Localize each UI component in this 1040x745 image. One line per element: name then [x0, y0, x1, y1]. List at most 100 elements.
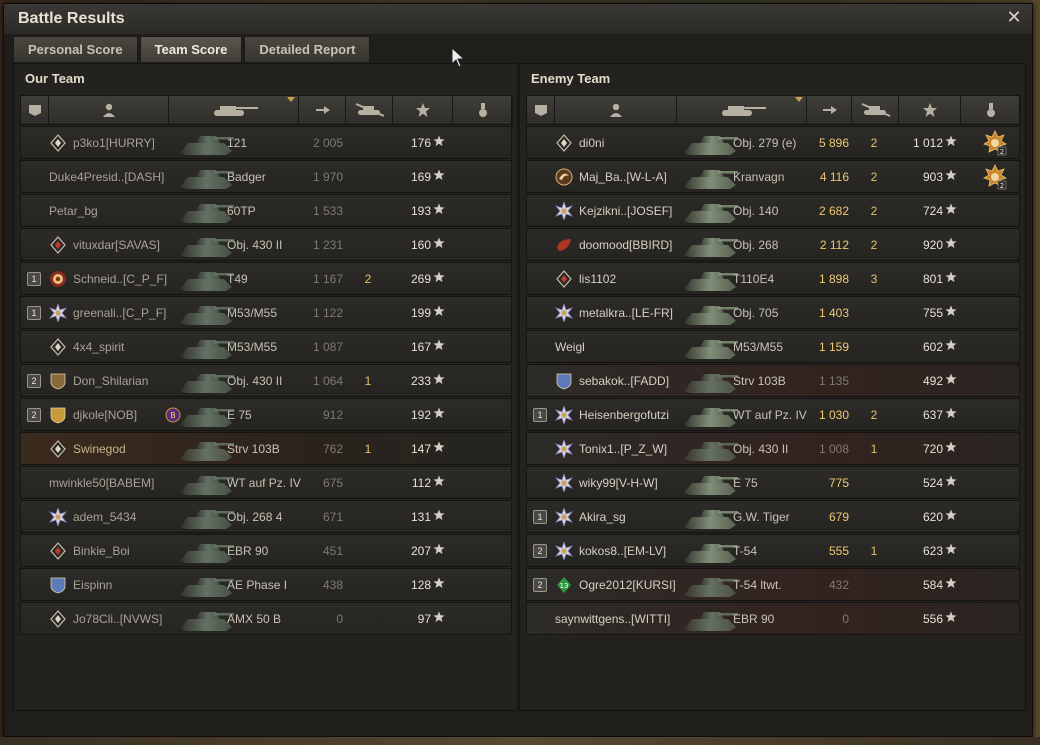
star-emblem-icon	[555, 542, 573, 560]
table-row[interactable]: 2 djkole[NOB] B E 75 912 192	[20, 398, 512, 431]
tank-silhouette-icon	[684, 272, 738, 291]
col-kills-header[interactable]	[852, 96, 899, 124]
tank-name: T110E4	[733, 272, 775, 286]
tank-name: Obj. 430 II	[733, 442, 789, 456]
player-name[interactable]: doomood[BBIRD]	[579, 238, 672, 252]
player-name[interactable]: Binkie_Boi	[73, 544, 130, 558]
platoon-number-badge: 2	[27, 408, 41, 422]
col-damage-header[interactable]	[299, 96, 346, 124]
table-row[interactable]: 1 Schneid..[C_P_F] T49 1 167 2 269	[20, 262, 512, 295]
damage-value: 1 008	[818, 442, 849, 456]
player-name[interactable]: saynwittgens..[WITTI]	[555, 612, 670, 626]
player-name[interactable]: Don_Shilarian	[73, 374, 148, 388]
svg-text:2: 2	[1000, 182, 1004, 190]
col-xp-header[interactable]	[393, 96, 453, 124]
table-row[interactable]: 4x4_spirit M53/M55 1 087 167	[20, 330, 512, 363]
tab-personal-score[interactable]: Personal Score	[13, 36, 138, 62]
player-name[interactable]: Eispinn	[73, 578, 112, 592]
table-row[interactable]: Maj_Ba..[W-L-A] Kranvagn 4 116 2 903 2	[526, 160, 1020, 193]
table-row[interactable]: 2 13 Ogre2012[KURSI] T-54 ltwt. 432 584	[526, 568, 1020, 601]
col-damage-header[interactable]	[807, 96, 852, 124]
tab-team-score[interactable]: Team Score	[139, 36, 243, 62]
player-name[interactable]: kokos8..[EM-LV]	[579, 544, 666, 558]
table-row[interactable]: Duke4Presid..[DASH] Badger 1 970 169	[20, 160, 512, 193]
table-row[interactable]: Tonix1..[P_Z_W] Obj. 430 II 1 008 1 720	[526, 432, 1020, 465]
player-name[interactable]: vituxdar[SAVAS]	[73, 238, 160, 252]
table-row[interactable]: metalkra..[LE-FR] Obj. 705 1 403 755	[526, 296, 1020, 329]
player-name[interactable]: Heisenbergofutzi	[579, 408, 669, 422]
window-title: Battle Results	[18, 10, 125, 27]
table-row[interactable]: sebakok..[FADD] Strv 103B 1 135 492	[526, 364, 1020, 397]
table-row[interactable]: Binkie_Boi EBR 90 451 207	[20, 534, 512, 567]
table-row[interactable]: 2 kokos8..[EM-LV] T-54 555 1 623	[526, 534, 1020, 567]
player-name[interactable]: Petar_bg	[49, 204, 98, 218]
player-name[interactable]: Maj_Ba..[W-L-A]	[579, 170, 667, 184]
table-row[interactable]: Kejzikni..[JOSEF] Obj. 140 2 682 2 724	[526, 194, 1020, 227]
damage-value: 1 159	[818, 340, 849, 354]
table-row[interactable]: saynwittgens..[WITTI] EBR 90 0 556	[526, 602, 1020, 635]
col-tank-header[interactable]	[677, 96, 807, 124]
table-row[interactable]: di0ni Obj. 279 (e) 5 896 2 1 012 2	[526, 126, 1020, 159]
enemy-team-column-header	[526, 95, 1021, 125]
table-row[interactable]: mwinkle50[BABEM] WT auf Pz. IV 675 112	[20, 466, 512, 499]
player-name[interactable]: Jo78Cli..[NVWS]	[73, 612, 162, 626]
player-name[interactable]: adem_5434	[73, 510, 136, 524]
player-name[interactable]: Ogre2012[KURSI]	[579, 578, 676, 592]
table-row[interactable]: 1 greenali..[C_P_F] M53/M55 1 122 199	[20, 296, 512, 329]
table-row[interactable]: adem_5434 Obj. 268 4 671 131	[20, 500, 512, 533]
table-row[interactable]: 1 Akira_sg G.W. Tiger 679 620	[526, 500, 1020, 533]
xp-star-icon	[433, 305, 445, 316]
table-row[interactable]: wiky99[V-H-W] E 75 775 524	[526, 466, 1020, 499]
table-row[interactable]: Jo78Cli..[NVWS] AMX 50 B 0 97	[20, 602, 512, 635]
table-row[interactable]: Weigl M53/M55 1 159 602	[526, 330, 1020, 363]
player-name[interactable]: wiky99[V-H-W]	[579, 476, 658, 490]
player-name[interactable]: lis1102	[579, 272, 616, 286]
kills-value: 1	[364, 374, 372, 388]
player-name[interactable]: djkole[NOB]	[73, 408, 137, 422]
damage-value: 762	[322, 442, 343, 456]
col-platoon-header[interactable]	[527, 96, 555, 124]
enemy-team-title: Enemy Team	[531, 71, 611, 86]
xp-star-icon	[433, 373, 445, 384]
col-medal-header[interactable]	[961, 96, 1021, 124]
close-icon[interactable]: ✕	[1004, 8, 1024, 28]
table-row[interactable]: Petar_bg 60TP 1 533 193	[20, 194, 512, 227]
col-player-header[interactable]	[555, 96, 677, 124]
col-xp-header[interactable]	[899, 96, 961, 124]
col-platoon-header[interactable]	[21, 96, 49, 124]
col-medal-header[interactable]	[453, 96, 513, 124]
player-name[interactable]: Duke4Presid..[DASH]	[49, 170, 164, 184]
tank-silhouette-icon	[684, 136, 738, 155]
player-name[interactable]: Swinegod	[73, 442, 126, 456]
player-name[interactable]: Schneid..[C_P_F]	[73, 272, 167, 286]
player-name[interactable]: Kejzikni..[JOSEF]	[579, 204, 672, 218]
player-name[interactable]: p3ko1[HURRY]	[73, 136, 155, 150]
player-name[interactable]: mwinkle50[BABEM]	[49, 476, 154, 490]
player-name[interactable]: Tonix1..[P_Z_W]	[579, 442, 667, 456]
table-row[interactable]: lis1102 T110E4 1 898 3 801	[526, 262, 1020, 295]
table-row[interactable]: 2 Don_Shilarian Obj. 430 II 1 064 1 233	[20, 364, 512, 397]
col-kills-header[interactable]	[346, 96, 393, 124]
table-row[interactable]: vituxdar[SAVAS] Obj. 430 II 1 231 160	[20, 228, 512, 261]
xp-value: 1 012	[912, 136, 943, 150]
col-player-header[interactable]	[49, 96, 169, 124]
col-tank-header[interactable]	[169, 96, 299, 124]
tank-silhouette-icon	[684, 544, 738, 563]
table-row[interactable]: Eispinn AE Phase I 438 128	[20, 568, 512, 601]
table-row[interactable]: Swinegod Strv 103B 762 1 147	[20, 432, 512, 465]
table-row[interactable]: 1 Heisenbergofutzi WT auf Pz. IV 1 030 2 637	[526, 398, 1020, 431]
player-name[interactable]: greenali..[C_P_F]	[73, 306, 166, 320]
star-emblem-icon	[555, 304, 573, 322]
player-name[interactable]: Weigl	[555, 340, 585, 354]
tab-detailed-report[interactable]: Detailed Report	[244, 36, 371, 62]
tank-name: Obj. 430 II	[227, 374, 283, 388]
damage-value: 438	[322, 578, 343, 592]
player-name[interactable]: di0ni	[579, 136, 604, 150]
player-name[interactable]: 4x4_spirit	[73, 340, 124, 354]
table-row[interactable]: p3ko1[HURRY] 121 2 005 176	[20, 126, 512, 159]
table-row[interactable]: doomood[BBIRD] Obj. 268 2 112 2 920	[526, 228, 1020, 261]
our-team-column-header	[20, 95, 513, 125]
player-name[interactable]: Akira_sg	[579, 510, 626, 524]
player-name[interactable]: sebakok..[FADD]	[579, 374, 669, 388]
player-name[interactable]: metalkra..[LE-FR]	[579, 306, 673, 320]
